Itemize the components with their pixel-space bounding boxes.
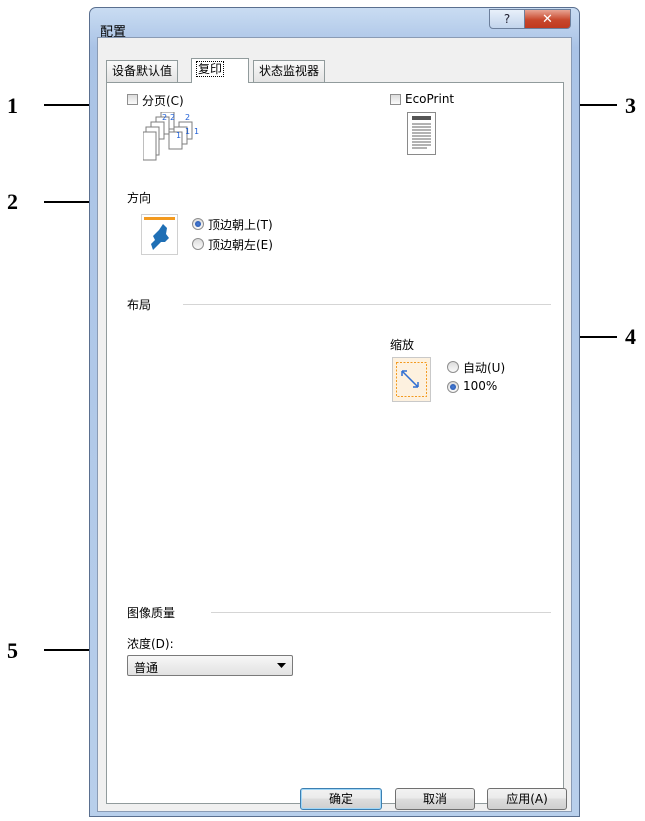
image-quality-heading: 图像质量	[127, 606, 176, 620]
collate-number-2a: 2	[162, 113, 167, 122]
copy-tab-panel: 分页(C) 2 2 2 1 1 1 EcoPrint 方向 顶边朝上(T) 顶边…	[106, 82, 564, 804]
collate-label[interactable]: 分页(C)	[142, 92, 184, 109]
dialog-client-area: 设备默认值 复印 状态监视器 分页(C) 2 2 2 1 1 1 EcoPrin…	[97, 37, 572, 812]
callout-4: 4	[625, 324, 636, 349]
density-value: 普通	[134, 661, 159, 675]
orientation-top-up-radio[interactable]	[192, 218, 204, 230]
collate-number-1c: 1	[194, 127, 199, 136]
ecoprint-checkbox[interactable]	[390, 94, 401, 105]
tab-copy-label: 复印	[195, 61, 225, 77]
collate-checkbox[interactable]	[127, 94, 138, 105]
config-dialog: 配置 ? ✕ 设备默认值 复印 状态监视器 分页(C) 2 2 2 1 1 1 …	[89, 7, 580, 817]
ok-button[interactable]: 确定	[300, 788, 382, 810]
orientation-top-left-radio[interactable]	[192, 238, 204, 250]
tab-device-defaults-label: 设备默认值	[112, 64, 173, 78]
apply-button[interactable]: 应用(A)	[487, 788, 567, 810]
zoom-icon	[392, 357, 431, 402]
orientation-top-left-label[interactable]: 顶边朝左(E)	[208, 236, 273, 253]
image-quality-separator	[211, 612, 551, 613]
tab-status-monitor-label: 状态监视器	[259, 64, 320, 78]
zoom-100-label[interactable]: 100%	[463, 379, 497, 393]
help-icon: ?	[503, 12, 511, 26]
layout-separator	[183, 304, 551, 305]
density-select[interactable]: 普通	[127, 655, 293, 676]
callout-3: 3	[625, 93, 636, 118]
chevron-down-icon	[277, 663, 286, 668]
zoom-auto-label[interactable]: 自动(U)	[463, 359, 505, 376]
zoom-100-radio[interactable]	[447, 381, 459, 393]
layout-heading: 布局	[127, 298, 152, 312]
close-icon: ✕	[542, 11, 553, 27]
zoom-heading: 缩放	[390, 338, 415, 352]
close-button[interactable]: ✕	[524, 9, 571, 29]
density-label: 浓度(D):	[127, 637, 174, 651]
collate-icon: 2 2 2 1 1 1	[143, 112, 199, 161]
orientation-heading: 方向	[127, 191, 152, 205]
collate-number-1a: 1	[176, 131, 181, 140]
tab-device-defaults[interactable]: 设备默认值	[106, 60, 179, 82]
orientation-icon	[141, 214, 178, 255]
tab-status-monitor[interactable]: 状态监视器	[253, 60, 326, 82]
callout-1: 1	[7, 93, 18, 118]
ecoprint-label[interactable]: EcoPrint	[405, 92, 454, 106]
tab-copy[interactable]: 复印	[191, 58, 249, 83]
ecoprint-icon	[407, 112, 436, 155]
collate-number-2c: 2	[185, 113, 190, 122]
callout-5: 5	[7, 638, 18, 663]
orientation-top-up-label[interactable]: 顶边朝上(T)	[208, 216, 273, 233]
collate-number-1b: 1	[185, 127, 190, 136]
help-button[interactable]: ?	[489, 9, 525, 29]
callout-2: 2	[7, 189, 18, 214]
cancel-button[interactable]: 取消	[395, 788, 475, 810]
collate-number-2b: 2	[170, 113, 175, 122]
zoom-auto-radio[interactable]	[447, 361, 459, 373]
